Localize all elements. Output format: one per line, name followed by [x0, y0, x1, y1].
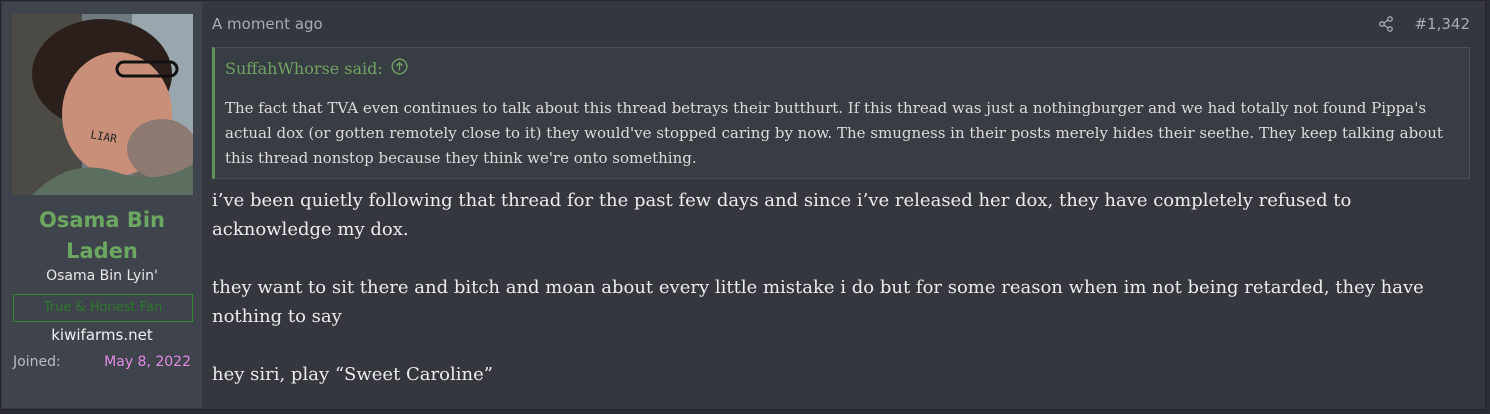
message-body: i’ve been quietly following that thread …: [212, 186, 1470, 389]
share-icon[interactable]: [1378, 16, 1394, 32]
post-number-link[interactable]: #1,342: [1414, 15, 1470, 33]
post-content: A moment ago #1,342 SuffahWhorse said: T…: [212, 1, 1470, 409]
avatar[interactable]: LIAR: [12, 14, 193, 195]
joined-label: Joined:: [13, 354, 61, 370]
message-paragraph: they want to sit there and bitch and moa…: [212, 277, 1424, 327]
avatar-image: LIAR: [12, 14, 193, 195]
forum-post: LIAR Osama Bin Laden Osama Bin Lyin' Tru…: [0, 0, 1486, 410]
quote-text: The fact that TVA even continues to talk…: [225, 99, 1443, 167]
user-banner: True & Honest Fan: [13, 294, 193, 322]
message-paragraph: hey siri, play “Sweet Caroline”: [212, 364, 493, 385]
joined-date: May 8, 2022: [104, 354, 191, 370]
message-paragraph: i’ve been quietly following that thread …: [212, 190, 1352, 240]
user-info-panel: LIAR Osama Bin Laden Osama Bin Lyin' Tru…: [2, 2, 202, 408]
quote-author[interactable]: SuffahWhorse said:: [225, 59, 383, 78]
post-timestamp[interactable]: A moment ago: [212, 15, 323, 33]
user-title: Osama Bin Lyin': [46, 268, 158, 284]
user-site: kiwifarms.net: [51, 326, 153, 344]
arrow-up-circle-icon[interactable]: [391, 58, 408, 79]
quote-header[interactable]: SuffahWhorse said:: [225, 58, 408, 79]
username-link[interactable]: Osama Bin Laden: [2, 205, 202, 267]
quote-block: SuffahWhorse said: The fact that TVA eve…: [212, 47, 1470, 179]
